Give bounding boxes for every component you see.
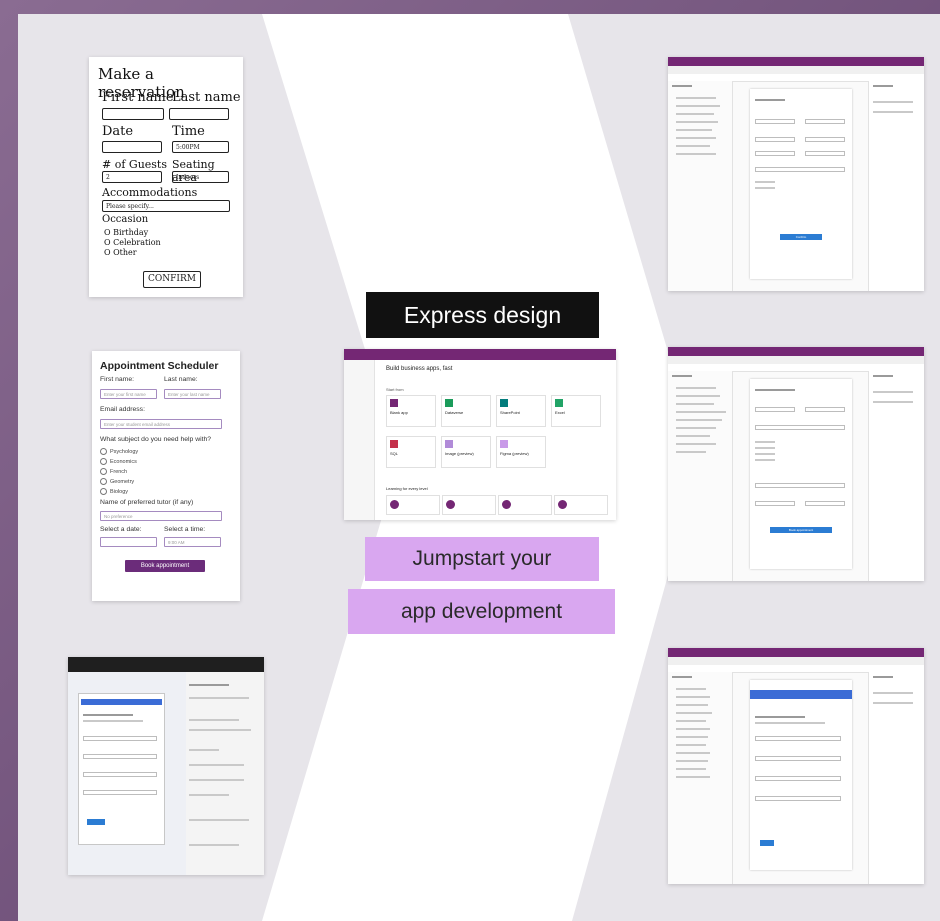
power-apps-home-screenshot: Build business apps, fast Start from Bla…	[344, 349, 616, 520]
callout-app-development: app development	[348, 589, 615, 634]
learning-card-3[interactable]	[498, 495, 552, 515]
sketch-accommodations-label: Accommodations	[102, 186, 198, 199]
subject-option-french[interactable]: French	[100, 468, 127, 475]
editor-screenshot-card	[68, 657, 264, 875]
center-app-start-from: Start from	[386, 387, 404, 392]
sketch-last-name-label: Last name	[172, 90, 241, 105]
subject-option-economics[interactable]: Economics	[100, 458, 137, 465]
tile-image[interactable]: Image (preview)	[441, 436, 491, 468]
appointment-time-select[interactable]: 9:00 AM	[164, 537, 221, 547]
tile-dataverse[interactable]: Dataverse	[441, 395, 491, 427]
center-app-topbar	[344, 349, 616, 360]
app2-properties	[868, 371, 924, 581]
canvas-app-screenshot-1: Confirm	[668, 57, 924, 291]
sketch-accommodations-input[interactable]: Please specify...	[102, 200, 230, 212]
app2-tree-view	[668, 371, 733, 581]
canvas-app-screenshot-2: Book appointment	[668, 347, 924, 581]
app1-form-canvas: Confirm	[750, 89, 852, 279]
appointment-date-label: Select a date:	[100, 526, 142, 533]
tile-blank-app[interactable]: Blank app	[386, 395, 436, 427]
sketch-guests-select[interactable]: 2	[102, 171, 162, 183]
sketch-option-birthday[interactable]: O Birthday	[104, 228, 148, 237]
app2-form-canvas: Book appointment	[750, 379, 852, 569]
app3-properties	[868, 672, 924, 884]
center-app-learning: Learning for every level	[386, 486, 428, 491]
subject-option-biology[interactable]: Biology	[100, 488, 128, 495]
appointment-time-label: Select a time:	[164, 526, 206, 533]
sketch-time-label: Time	[172, 124, 205, 139]
headline-express-design: Express design	[366, 292, 599, 338]
book-appointment-button[interactable]: Book appointment	[125, 560, 205, 572]
learning-card-1[interactable]	[386, 495, 440, 515]
sketch-confirm-button[interactable]: CONFIRM	[143, 271, 201, 288]
center-app-heading: Build business apps, fast	[386, 366, 453, 372]
appointment-tutor-select[interactable]: No preference	[100, 511, 222, 521]
app1-properties	[868, 81, 924, 291]
app2-book-appointment-button[interactable]: Book appointment	[770, 527, 832, 533]
appointment-last-name-label: Last name:	[164, 376, 198, 383]
subject-option-geometry[interactable]: Geometry	[100, 478, 134, 485]
sketch-seating-select[interactable]: Indoors	[172, 171, 229, 183]
editor-properties-panel	[189, 679, 259, 869]
sketch-first-name-input[interactable]	[102, 108, 164, 120]
appointment-first-name-label: First name:	[100, 376, 134, 383]
appointment-tutor-label: Name of preferred tutor (if any)	[100, 499, 194, 506]
app1-confirm-button[interactable]: Confirm	[780, 234, 822, 240]
learning-card-4[interactable]	[554, 495, 608, 515]
editor-form-preview	[78, 693, 165, 845]
sketch-guests-label: # of Guests	[102, 158, 167, 171]
app1-title-bar	[668, 57, 924, 66]
appointment-scheduler-card: Appointment Scheduler First name: Last n…	[92, 351, 240, 601]
sketch-first-name-label: First name	[102, 90, 174, 105]
tile-figma[interactable]: Figma (preview)	[496, 436, 546, 468]
appointment-date-input[interactable]	[100, 537, 157, 547]
center-app-nav	[344, 360, 375, 520]
callout-jumpstart: Jumpstart your	[365, 537, 599, 581]
canvas-app-screenshot-3	[668, 648, 924, 884]
sketch-occasion-label: Occasion	[102, 214, 149, 225]
app3-form-canvas	[750, 680, 852, 870]
appointment-title: Appointment Scheduler	[100, 360, 219, 372]
sketch-option-celebration[interactable]: O Celebration	[104, 238, 161, 247]
learning-card-2[interactable]	[442, 495, 496, 515]
appointment-email-label: Email address:	[100, 406, 145, 413]
tile-sharepoint[interactable]: SharePoint	[496, 395, 546, 427]
tile-excel[interactable]: Excel	[551, 395, 601, 427]
app3-tree-view	[668, 672, 733, 884]
appointment-email-input[interactable]: Enter your student email address	[100, 419, 222, 429]
app3-title-bar	[668, 648, 924, 657]
sketch-reservation-card: Make a reservation First name Last name …	[89, 57, 243, 297]
app1-tree-view	[668, 81, 733, 291]
appointment-last-name-input[interactable]: Enter your last name	[164, 389, 221, 399]
subject-option-psychology[interactable]: Psychology	[100, 448, 138, 455]
appointment-subject-question: What subject do you need help with?	[100, 436, 212, 443]
sketch-time-select[interactable]: 5:00PM	[172, 141, 229, 153]
sketch-last-name-input[interactable]	[169, 108, 229, 120]
app2-title-bar	[668, 347, 924, 356]
tile-sql[interactable]: SQL	[386, 436, 436, 468]
sketch-option-other[interactable]: O Other	[104, 248, 137, 257]
appointment-first-name-input[interactable]: Enter your first name	[100, 389, 157, 399]
editor-topbar	[68, 657, 264, 672]
sketch-date-label: Date	[102, 124, 134, 139]
sketch-date-input[interactable]	[102, 141, 162, 153]
